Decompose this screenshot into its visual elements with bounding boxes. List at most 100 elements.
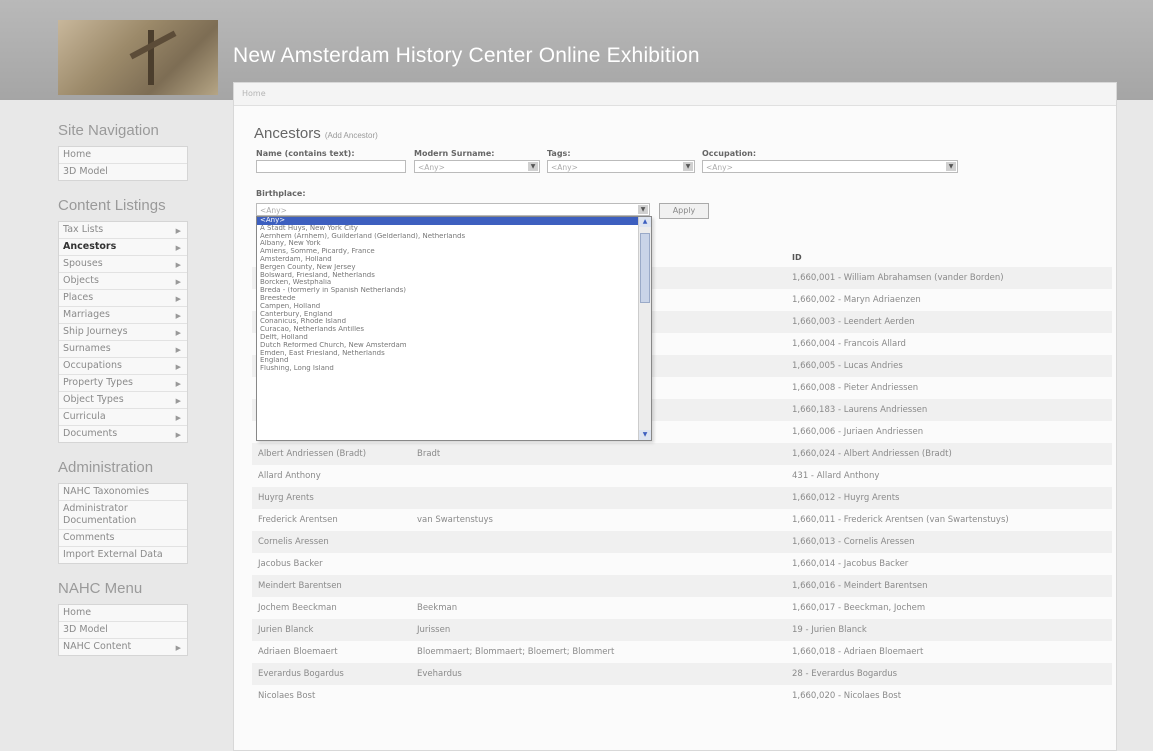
occupation-select[interactable]: <Any> ▼ [702, 160, 958, 173]
ancestor-name-link[interactable]: Huyrg Arents [258, 493, 314, 503]
scroll-down-icon[interactable]: ▼ [639, 430, 651, 440]
table-row: Albert Andriessen (Bradt) Bradt 1,660,024 … [252, 443, 1112, 465]
sidebar-item-curricula[interactable]: Curricula ▶ [59, 409, 187, 426]
sidebar-item-3d-model[interactable]: 3D Model [59, 622, 187, 639]
birthplace-option[interactable]: England [257, 357, 639, 365]
birthplace-option[interactable]: A Stadt Huys, New York City [257, 225, 639, 233]
birthplace-option[interactable]: <Any> [257, 217, 639, 225]
ancestor-name-link[interactable]: Jacobus Backer [258, 559, 323, 569]
birthplace-option[interactable]: Amsterdam, Holland [257, 256, 639, 264]
table-row: Jurien Blanck Jurissen 19 - Jurien Blanck [252, 619, 1112, 641]
site-navigation-heading: Site Navigation [58, 122, 159, 139]
birthplace-option[interactable]: Canterbury, England [257, 311, 639, 319]
ancestor-name-link[interactable]: Albert Andriessen (Bradt) [258, 449, 366, 459]
birthplace-option[interactable]: Conanicus, Rhode Island [257, 318, 639, 326]
sidebar-item-import-external-data[interactable]: Import External Data [59, 547, 187, 563]
birthplace-option[interactable]: Bergen County, New Jersey [257, 264, 639, 272]
sidebar-item-label: Marriages [63, 309, 110, 320]
main-content: Home Ancestors (Add Ancestor) Name (cont… [233, 82, 1117, 751]
ancestor-name-link[interactable]: Meindert Barentsen [258, 581, 342, 591]
sidebar-item-administrator-documentation[interactable]: Administrator Documentation [59, 501, 187, 530]
chevron-right-icon: ▶ [175, 329, 181, 337]
sidebar-item-marriages[interactable]: Marriages ▶ [59, 307, 187, 324]
sidebar-item-ancestors[interactable]: Ancestors ▶ [59, 239, 187, 256]
add-ancestor-link[interactable]: (Add Ancestor) [325, 131, 378, 140]
scroll-thumb[interactable] [640, 233, 650, 303]
sidebar-item-label: 3D Model [63, 166, 108, 177]
ancestor-name-link[interactable]: Adriaen Bloemaert [258, 647, 338, 657]
ancestor-name-link[interactable]: Everardus Bogardus [258, 669, 344, 679]
sidebar-item-objects[interactable]: Objects ▶ [59, 273, 187, 290]
ancestor-id-cell: 1,660,183 - Laurens Andriessen [792, 405, 928, 415]
sidebar-item-surnames[interactable]: Surnames ▶ [59, 341, 187, 358]
ancestor-id-cell: 431 - Allard Anthony [792, 471, 880, 481]
birthplace-option[interactable]: Curacao, Netherlands Antilles [257, 326, 639, 334]
ancestor-name-link[interactable]: Jurien Blanck [258, 625, 313, 635]
ancestor-name-link[interactable]: Jochem Beeckman [258, 603, 337, 613]
sidebar-item-object-types[interactable]: Object Types ▶ [59, 392, 187, 409]
sidebar-item-label: Property Types [63, 377, 133, 388]
dropdown-scrollbar[interactable]: ▲ ▼ [638, 217, 651, 440]
chevron-right-icon: ▶ [175, 644, 181, 652]
birthplace-option[interactable]: Emden, East Friesland, Netherlands [257, 350, 639, 358]
birthplace-dropdown-list[interactable]: <Any> A Stadt Huys, New York City Aernhem … [256, 216, 652, 441]
scroll-up-icon[interactable]: ▲ [639, 217, 651, 227]
sidebar-item-label: Surnames [63, 343, 111, 354]
apply-button[interactable]: Apply [659, 203, 709, 219]
sidebar-item-nahc-taxonomies[interactable]: NAHC Taxonomies [59, 484, 187, 501]
modern-surname-select[interactable]: <Any> ▼ [414, 160, 540, 173]
birthplace-select[interactable]: <Any> ▼ [256, 203, 650, 216]
ancestor-id-cell: 1,660,003 - Leendert Aerden [792, 317, 915, 327]
chevron-right-icon: ▶ [175, 278, 181, 286]
chevron-down-icon: ▼ [528, 162, 538, 171]
modern-surname-cell: Jurissen [417, 625, 451, 635]
sidebar-item-comments[interactable]: Comments [59, 530, 187, 547]
ancestor-id-cell: 1,660,012 - Huyrg Arents [792, 493, 900, 503]
birthplace-option[interactable]: Breda - (formerly in Spanish Netherlands… [257, 287, 639, 295]
birthplace-option[interactable]: Borcken, Westphalia [257, 279, 639, 287]
birthplace-label: Birthplace: [256, 189, 306, 198]
ancestor-id-cell: 1,660,008 - Pieter Andriessen [792, 383, 919, 393]
ancestor-id-cell: 19 - Jurien Blanck [792, 625, 867, 635]
administration-list: NAHC Taxonomies Administrator Documentati… [58, 483, 188, 564]
site-title[interactable]: New Amsterdam History Center Online Exhi… [233, 44, 700, 68]
sidebar-item-tax-lists[interactable]: Tax Lists ▶ [59, 222, 187, 239]
name-filter-input[interactable] [256, 160, 406, 173]
birthplace-option[interactable]: Bolsward, Friesland, Netherlands [257, 272, 639, 280]
ancestor-name-link[interactable]: Allard Anthony [258, 471, 321, 481]
ancestor-id-cell: 1,660,024 - Albert Andriessen (Bradt) [792, 449, 952, 459]
sidebar-item-occupations[interactable]: Occupations ▶ [59, 358, 187, 375]
ancestor-name-link[interactable]: Nicolaes Bost [258, 691, 315, 701]
sidebar-item-spouses[interactable]: Spouses ▶ [59, 256, 187, 273]
chevron-right-icon: ▶ [175, 244, 181, 252]
chevron-right-icon: ▶ [175, 380, 181, 388]
sidebar-item-home[interactable]: Home [59, 605, 187, 622]
sidebar-item-property-types[interactable]: Property Types ▶ [59, 375, 187, 392]
sidebar-item-label: Curricula [63, 411, 106, 422]
sidebar-item-label: Objects [63, 275, 99, 286]
sidebar-item-ship-journeys[interactable]: Ship Journeys ▶ [59, 324, 187, 341]
ancestor-name-link[interactable]: Frederick Arentsen [258, 515, 338, 525]
breadcrumb-home-link[interactable]: Home [242, 89, 266, 98]
ancestor-name-link[interactable]: Cornelis Aressen [258, 537, 329, 547]
id-column-header[interactable]: ID [792, 253, 802, 262]
sidebar-item-places[interactable]: Places ▶ [59, 290, 187, 307]
birthplace-option[interactable]: Aernhem (Arnhem), Guilderland (Gelderlan… [257, 233, 639, 241]
birthplace-option[interactable]: Campen, Holland [257, 303, 639, 311]
birthplace-option[interactable]: Dutch Reformed Church, New Amsterdam [257, 342, 639, 350]
chevron-right-icon: ▶ [175, 295, 181, 303]
header-logo-image[interactable] [58, 20, 218, 95]
sidebar-item-home[interactable]: Home [59, 147, 187, 164]
tags-select[interactable]: <Any> ▼ [547, 160, 695, 173]
birthplace-option[interactable]: Amiens, Somme, Picardy, France [257, 248, 639, 256]
birthplace-option[interactable]: Delft, Holland [257, 334, 639, 342]
sidebar-item-label: Spouses [63, 258, 103, 269]
sidebar-item-nahc-content[interactable]: NAHC Content ▶ [59, 639, 187, 655]
birthplace-option[interactable]: Flushing, Long Island [257, 365, 639, 373]
sidebar-item-label: 3D Model [63, 624, 108, 635]
sidebar-item-documents[interactable]: Documents ▶ [59, 426, 187, 442]
birthplace-option[interactable]: Albany, New York [257, 240, 639, 248]
birthplace-option[interactable]: Breestede [257, 295, 639, 303]
sidebar-item-3d-model[interactable]: 3D Model [59, 164, 187, 180]
table-row: Everardus Bogardus Evehardus 28 - Everardu… [252, 663, 1112, 685]
